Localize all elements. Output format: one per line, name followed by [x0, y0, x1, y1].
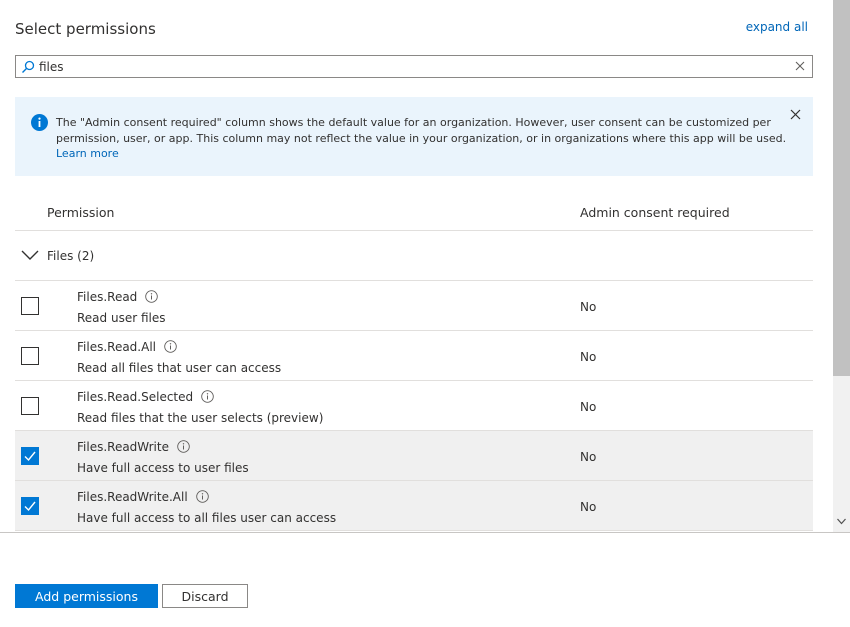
search-input[interactable]	[39, 56, 779, 77]
footer-divider	[0, 532, 850, 533]
search-box[interactable]	[15, 55, 813, 78]
admin-consent-value: No	[580, 450, 597, 464]
permission-checkbox[interactable]	[21, 497, 39, 515]
table-header: Permission Admin consent required	[15, 193, 813, 231]
admin-consent-value: No	[580, 400, 597, 414]
add-permissions-button[interactable]: Add permissions	[15, 584, 158, 608]
permissions-panel: Select permissions expand all The "Admin…	[0, 0, 850, 532]
chevron-down-icon[interactable]	[21, 249, 39, 261]
permission-name-text: Files.Read.Selected	[77, 390, 194, 404]
permission-name: Files.Read	[77, 290, 159, 304]
chevron-down-icon[interactable]	[837, 518, 846, 525]
info-icon	[31, 114, 48, 131]
permission-checkbox[interactable]	[21, 397, 39, 415]
column-header-admin-consent: Admin consent required	[580, 205, 730, 220]
admin-consent-value: No	[580, 350, 597, 364]
info-circle-icon[interactable]	[201, 390, 214, 403]
expand-all-link[interactable]: expand all	[746, 20, 808, 34]
checkmark-icon	[24, 501, 36, 512]
permission-row: Files.Read.All Read all files that user …	[15, 331, 813, 381]
vertical-scrollbar[interactable]	[833, 0, 850, 532]
search-icon	[22, 60, 35, 73]
info-banner-text: The "Admin consent required" column show…	[56, 115, 791, 162]
permission-name-text: Files.ReadWrite	[77, 440, 169, 454]
info-circle-icon[interactable]	[195, 490, 209, 503]
close-icon[interactable]	[790, 109, 801, 120]
permission-name: Files.ReadWrite	[77, 440, 190, 454]
page-title: Select permissions	[15, 20, 156, 38]
info-circle-icon[interactable]	[145, 290, 159, 303]
permission-checkbox[interactable]	[21, 447, 39, 465]
admin-consent-value: No	[580, 500, 597, 514]
permission-name: Files.Read.All	[77, 340, 177, 354]
permission-name-text: Files.ReadWrite.All	[77, 490, 188, 504]
admin-consent-value: No	[580, 300, 597, 314]
column-header-permission: Permission	[47, 205, 115, 220]
permission-row: Files.Read.Selected Read files that the …	[15, 381, 813, 431]
permission-name: Files.Read.Selected	[77, 390, 214, 404]
permission-description: Read user files	[77, 311, 166, 325]
permission-row: Files.Read Read user files No	[15, 281, 813, 331]
permission-name-text: Files.Read	[77, 290, 138, 304]
permission-description: Read all files that user can access	[77, 361, 282, 375]
checkmark-icon	[24, 451, 36, 462]
permission-checkbox[interactable]	[21, 347, 39, 365]
clear-search-icon[interactable]	[794, 60, 806, 72]
learn-more-link[interactable]: Learn more	[56, 147, 119, 160]
group-files[interactable]: Files (2)	[15, 231, 813, 281]
group-label: Files (2)	[47, 249, 95, 263]
permission-name: Files.ReadWrite.All	[77, 490, 209, 504]
permission-row: Files.ReadWrite.All Have full access to …	[15, 481, 813, 531]
permission-checkbox[interactable]	[21, 297, 39, 315]
info-banner-message: The "Admin consent required" column show…	[56, 116, 787, 145]
permission-description: Have full access to user files	[77, 461, 249, 475]
permission-description: Have full access to all files user can a…	[77, 511, 337, 525]
info-circle-icon[interactable]	[164, 340, 177, 353]
info-banner: The "Admin consent required" column show…	[15, 97, 813, 176]
permission-row: Files.ReadWrite Have full access to user…	[15, 431, 813, 481]
permission-name-text: Files.Read.All	[77, 340, 156, 354]
discard-button[interactable]: Discard	[162, 584, 248, 608]
permission-description: Read files that the user selects (previe…	[77, 411, 324, 425]
scrollbar-thumb[interactable]	[833, 0, 850, 376]
info-circle-icon[interactable]	[177, 440, 190, 453]
